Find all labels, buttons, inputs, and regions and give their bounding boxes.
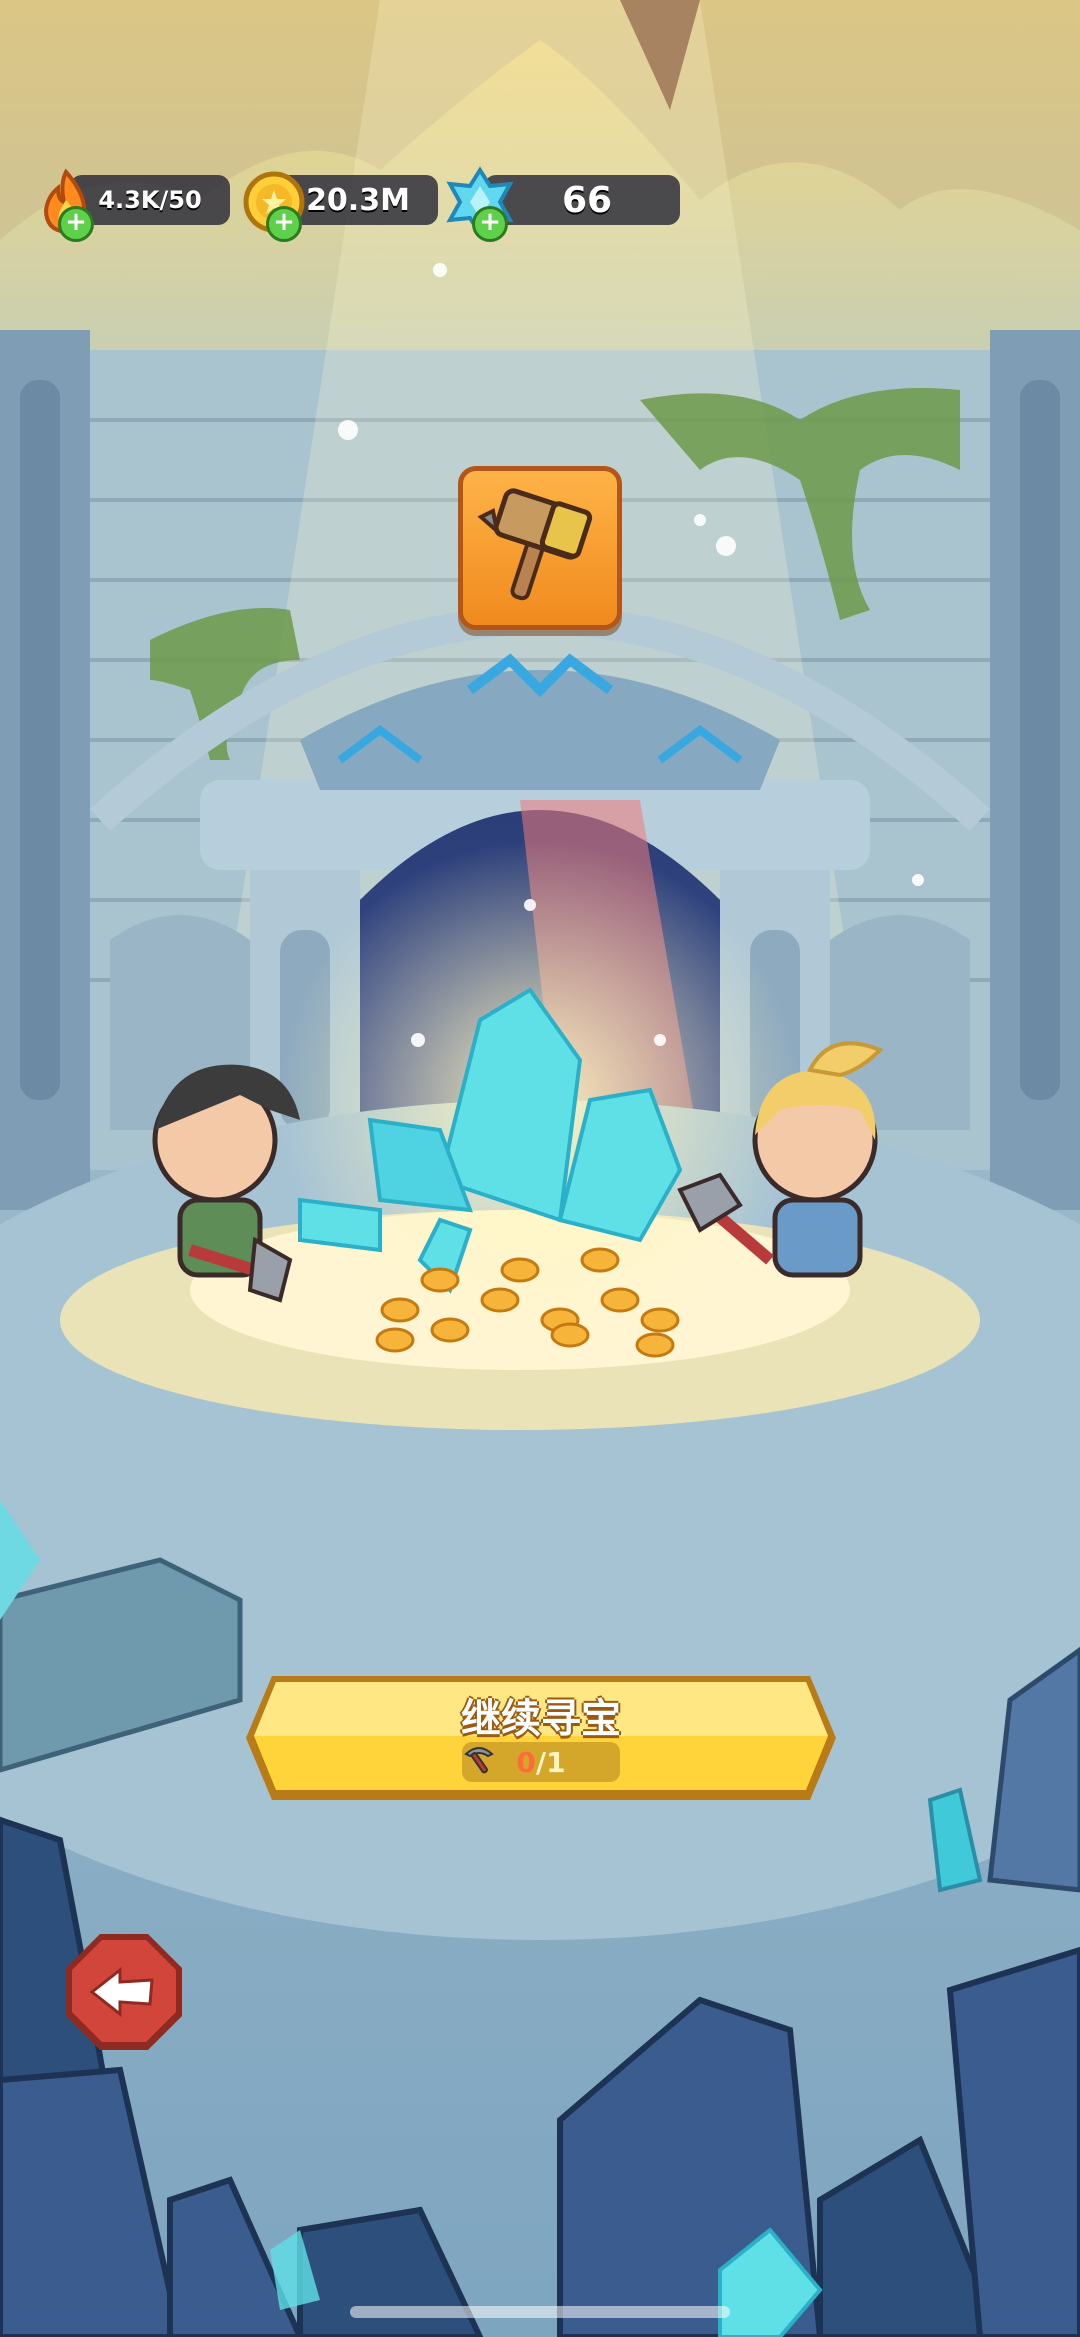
pickaxe-icon (464, 1747, 494, 1774)
back-arrow-icon (66, 1934, 182, 2050)
continue-button-label: 继续寻宝 (461, 1696, 621, 1742)
pickaxe-separator: / (535, 1745, 547, 1779)
back-button[interactable] (62, 1930, 186, 2054)
energy-counter[interactable]: 4.3K/50 + (30, 168, 230, 242)
pickaxe-current: 0 (516, 1745, 536, 1779)
add-gem-button[interactable]: + (472, 206, 508, 242)
add-energy-button[interactable]: + (58, 206, 94, 242)
gold-counter[interactable]: 20.3M + (238, 171, 438, 242)
home-indicator (350, 2306, 730, 2318)
reward-item-badge[interactable] (458, 466, 622, 630)
continue-treasure-hunt-button[interactable]: 继续寻宝 0/1 (244, 1672, 838, 1804)
add-gold-button[interactable]: + (266, 206, 302, 242)
pickaxe-count: 0/1 (462, 1742, 620, 1782)
pickaxe-max: 1 (546, 1745, 566, 1779)
hammer-icon (477, 488, 593, 601)
gem-counter[interactable]: 66 + (444, 166, 680, 242)
